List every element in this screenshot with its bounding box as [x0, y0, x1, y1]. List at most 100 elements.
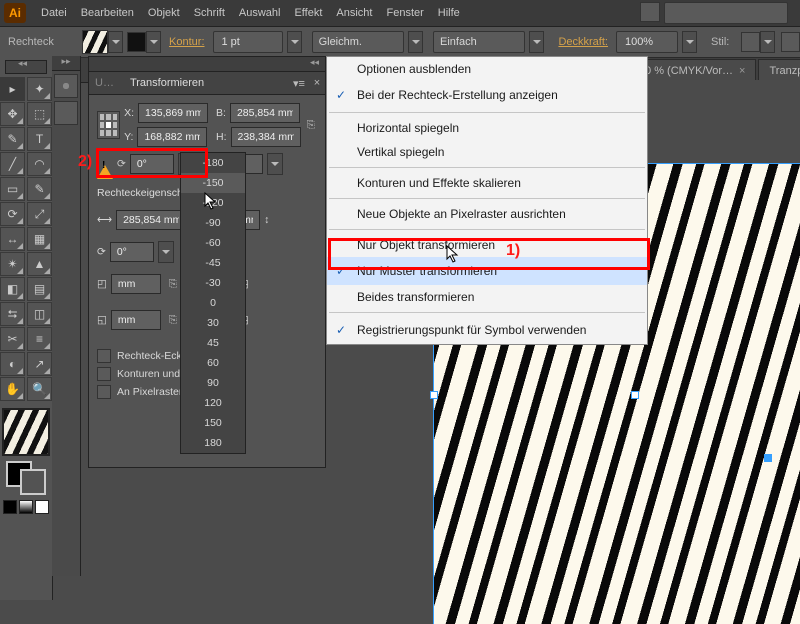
flyout-menu-item[interactable]: Vertikal spiegeln: [327, 140, 647, 164]
panel-collapse[interactable]: ◂◂: [89, 57, 325, 72]
stroke-dropdown[interactable]: [146, 31, 161, 53]
flyout-menu-item[interactable]: Registrierungspunkt für Symbol verwenden: [327, 316, 647, 344]
angle-option[interactable]: 180: [181, 433, 245, 453]
w-field[interactable]: [230, 103, 300, 123]
color-mode[interactable]: [3, 500, 17, 514]
workspace-dropdown[interactable]: [640, 2, 660, 22]
h-field[interactable]: [231, 127, 301, 147]
rotate-field[interactable]: [130, 154, 174, 174]
stroke-profile-select[interactable]: Einfach: [433, 31, 525, 53]
opacity-label[interactable]: Deckkraft:: [550, 36, 616, 48]
transform-flyout-menu[interactable]: Optionen ausblendenBei der Rechteck-Erst…: [326, 56, 648, 345]
current-fill-swatch[interactable]: [2, 408, 50, 456]
fill-swatch[interactable]: [82, 30, 108, 54]
menu-item[interactable]: Auswahl: [232, 0, 288, 26]
scale-tool[interactable]: ⤢: [27, 202, 52, 226]
lasso-tool[interactable]: ⬚: [27, 102, 52, 126]
angle-option[interactable]: 150: [181, 413, 245, 433]
stroke-weight-field[interactable]: [213, 31, 283, 53]
perspective-tool[interactable]: ▲: [27, 252, 52, 276]
selection-handle[interactable]: [430, 391, 438, 399]
eyedropper-tool[interactable]: ⮀: [0, 302, 25, 326]
corner-bl-field[interactable]: [111, 310, 161, 330]
flyout-menu-item[interactable]: Nur Muster transformieren: [327, 257, 647, 285]
corner-tl-field[interactable]: [111, 274, 161, 294]
shear-dropdown[interactable]: [267, 153, 283, 175]
angle-option[interactable]: -90: [181, 213, 245, 233]
stroke-align-select[interactable]: Gleichm.: [312, 31, 404, 53]
angle-option[interactable]: -45: [181, 253, 245, 273]
search-box[interactable]: [664, 2, 788, 24]
paintbrush-tool[interactable]: ✎: [27, 177, 52, 201]
flyout-menu-item[interactable]: Beides transformieren: [327, 285, 647, 309]
stroke-label[interactable]: Kontur:: [161, 36, 212, 48]
stroke-weight-dropdown[interactable]: [287, 31, 302, 53]
magic-wand-tool[interactable]: ✥: [0, 102, 25, 126]
pen-tool[interactable]: ✎: [0, 127, 25, 151]
flyout-menu-item[interactable]: Horizontal spiegeln: [327, 116, 647, 140]
menu-item[interactable]: Ansicht: [329, 0, 379, 26]
angle-option[interactable]: -60: [181, 233, 245, 253]
more-options-icon[interactable]: [781, 32, 800, 52]
menu-item[interactable]: Bearbeiten: [74, 0, 141, 26]
slice-tool[interactable]: ↗: [27, 352, 52, 376]
reference-point-selector[interactable]: [97, 111, 120, 139]
rect-rotate-field[interactable]: [110, 242, 154, 262]
blend-tool[interactable]: ◫: [27, 302, 52, 326]
zoom-tool[interactable]: 🔍: [27, 377, 52, 401]
swatches-panel-icon[interactable]: [54, 101, 78, 125]
stroke-swatch[interactable]: [127, 32, 146, 52]
menu-item[interactable]: Schrift: [187, 0, 232, 26]
expand-panels[interactable]: ▸▸: [52, 56, 80, 71]
arc-tool[interactable]: ◠: [27, 152, 52, 176]
live-corner-widget[interactable]: [764, 454, 772, 462]
none-mode[interactable]: [35, 500, 49, 514]
x-field[interactable]: [138, 103, 208, 123]
link-corners-icon[interactable]: ⎘: [165, 269, 181, 299]
collapse-toolbox[interactable]: [5, 60, 47, 74]
angle-option[interactable]: -150: [181, 173, 245, 193]
close-icon[interactable]: ×: [739, 60, 745, 82]
stroke-profile-dropdown[interactable]: [529, 31, 544, 53]
fill-stroke-indicator[interactable]: [4, 461, 48, 495]
fill-dropdown[interactable]: [108, 31, 123, 53]
rotate-tool[interactable]: ⟳: [0, 202, 25, 226]
stroke-align-dropdown[interactable]: [408, 31, 423, 53]
angle-option[interactable]: -180: [181, 153, 245, 173]
opacity-field[interactable]: [616, 31, 678, 53]
flyout-menu-item[interactable]: Neue Objekte an Pixelraster ausrichten: [327, 202, 647, 226]
width-tool[interactable]: ↔: [0, 227, 25, 251]
angle-option[interactable]: 60: [181, 353, 245, 373]
panel-flyout-icon[interactable]: ▾≡: [289, 77, 309, 90]
angle-option[interactable]: 120: [181, 393, 245, 413]
flyout-menu-item[interactable]: Nur Objekt transformieren: [327, 233, 647, 257]
link-corners-icon2[interactable]: ⎘: [165, 305, 181, 335]
y-field[interactable]: [137, 127, 207, 147]
rotate-angle-dropdown-list[interactable]: -180-150-120-90-60-45-300304560901201501…: [180, 152, 246, 454]
panel-close-icon[interactable]: ×: [309, 77, 325, 89]
stroke-square[interactable]: [20, 469, 46, 495]
angle-option[interactable]: 45: [181, 333, 245, 353]
flyout-menu-item[interactable]: Bei der Rechteck-Erstellung anzeigen: [327, 81, 647, 109]
gradient-tool[interactable]: ▤: [27, 277, 52, 301]
hand-tool[interactable]: ✋: [0, 377, 25, 401]
rect-w-field[interactable]: [116, 210, 186, 230]
line-tool[interactable]: ╱: [0, 152, 25, 176]
style-dropdown[interactable]: [760, 31, 775, 53]
menu-item[interactable]: Effekt: [287, 0, 329, 26]
selection-center[interactable]: [631, 391, 639, 399]
selection-tool[interactable]: ▸: [0, 77, 25, 101]
free-transform-tool[interactable]: ▦: [27, 227, 52, 251]
rect-rotate-dropdown[interactable]: [158, 241, 174, 263]
color-panel-icon[interactable]: [54, 74, 78, 98]
angle-option[interactable]: 30: [181, 313, 245, 333]
link-wh-icon[interactable]: ⎘: [305, 110, 317, 140]
panel-other-tab[interactable]: U…: [89, 77, 120, 89]
shape-builder-tool[interactable]: ✴: [0, 252, 25, 276]
angle-option[interactable]: -30: [181, 273, 245, 293]
artboard-tool[interactable]: ◐: [0, 352, 25, 376]
menu-item[interactable]: Fenster: [379, 0, 430, 26]
menu-item[interactable]: Objekt: [141, 0, 187, 26]
symbol-sprayer-tool[interactable]: ✂: [0, 327, 25, 351]
mesh-tool[interactable]: ◧: [0, 277, 25, 301]
